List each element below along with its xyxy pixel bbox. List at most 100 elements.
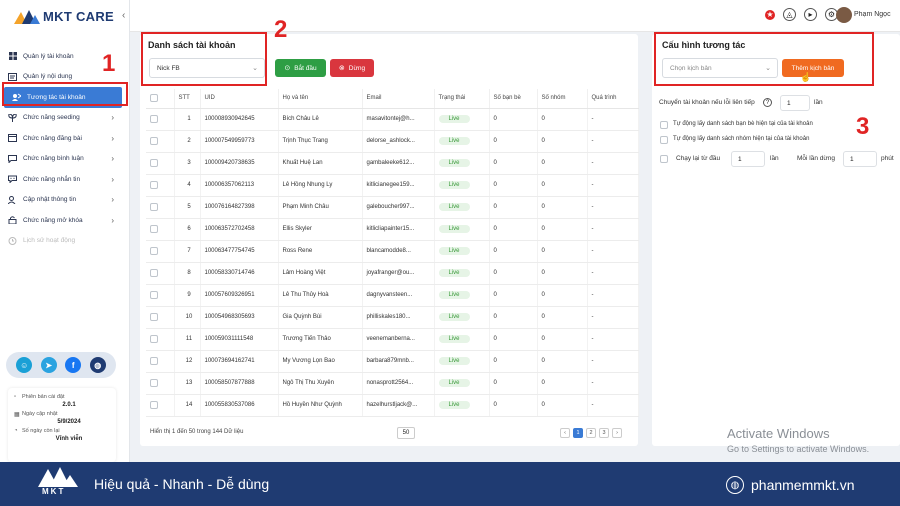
- table-row[interactable]: 3 100009420738635 Khuất Huệ Lan gambaleeke6…: [146, 152, 639, 175]
- globe-icon[interactable]: ◍: [89, 357, 106, 373]
- row-checkbox-cell[interactable]: [146, 350, 175, 373]
- row-checkbox[interactable]: [150, 335, 158, 343]
- row-checkbox[interactable]: [150, 137, 158, 145]
- row-groups: 0: [537, 262, 588, 285]
- update-icon: [8, 195, 17, 204]
- table-row[interactable]: 8 100058330714746 Lâm Hoàng Việt joyafrange…: [146, 262, 639, 285]
- brand-logo[interactable]: MKT CARE: [14, 9, 114, 24]
- status-badge: Live: [438, 203, 470, 211]
- days-left-label: Số ngày còn lại: [22, 428, 60, 434]
- table-row[interactable]: 6 100063572702458 Ellis Skyler kitlicliapai…: [146, 218, 639, 241]
- row-progress: -: [587, 240, 639, 263]
- row-checkbox[interactable]: [150, 115, 158, 123]
- update-date-row: ▦ Ngày cập nhật 5/9/2024: [14, 411, 116, 425]
- column-header-status[interactable]: Trạng thái: [434, 89, 490, 109]
- bell-icon[interactable]: ◬: [783, 8, 796, 21]
- sidebar-item-unlock[interactable]: Chức năng mở khóa ›: [0, 210, 130, 231]
- row-progress: -: [587, 328, 639, 351]
- row-checkbox-cell[interactable]: [146, 284, 175, 307]
- telegram-icon[interactable]: ➤: [40, 357, 57, 373]
- row-checkbox-cell[interactable]: [146, 130, 175, 153]
- row-checkbox[interactable]: [150, 269, 158, 277]
- table-row[interactable]: 2 100007549959773 Trịnh Thục Trang delorse_…: [146, 130, 639, 153]
- sidebar-item-posting[interactable]: Chức năng đăng bài ›: [0, 128, 130, 149]
- table-row[interactable]: 14 100055830537086 Hồ Huyền Như Quỳnh hazel…: [146, 394, 639, 417]
- row-checkbox[interactable]: [150, 379, 158, 387]
- table-row[interactable]: 9 100057609326951 Lê Thu Thủy Hoà dagnyvans…: [146, 284, 639, 307]
- row-checkbox[interactable]: [150, 313, 158, 321]
- help-icon[interactable]: ?: [763, 98, 772, 107]
- page-1-button[interactable]: 1: [573, 428, 583, 438]
- username[interactable]: Phạm Ngọc: [854, 11, 900, 18]
- prev-page-button[interactable]: ‹: [560, 428, 570, 438]
- select-all-column[interactable]: [146, 89, 175, 109]
- column-header-friends[interactable]: Số bạn bè: [489, 89, 538, 109]
- row-checkbox-cell[interactable]: [146, 372, 175, 395]
- pause-input[interactable]: 1: [843, 151, 877, 167]
- row-checkbox[interactable]: [150, 225, 158, 233]
- sidebar-item-messaging[interactable]: Chức năng nhắn tin ›: [0, 169, 130, 190]
- row-checkbox[interactable]: [150, 247, 158, 255]
- row-checkbox-cell[interactable]: [146, 328, 175, 351]
- status-badge: Live: [438, 159, 470, 167]
- table-row[interactable]: 7 100063477754745 Ross Rene blancamodde8...…: [146, 240, 639, 263]
- page-2-button[interactable]: 2: [586, 428, 596, 438]
- row-checkbox[interactable]: [150, 291, 158, 299]
- row-checkbox-cell[interactable]: [146, 152, 175, 175]
- chat-support-icon[interactable]: ☺: [16, 357, 33, 373]
- switch-account-input[interactable]: 1: [780, 95, 810, 111]
- table-row[interactable]: 1 100008930942645 Bích Châu Lê masavitontej…: [146, 108, 639, 131]
- start-button[interactable]: ⊙ Bắt đầu: [275, 59, 326, 77]
- row-checkbox[interactable]: [150, 181, 158, 189]
- select-all-checkbox[interactable]: [150, 94, 158, 103]
- row-checkbox-cell[interactable]: [146, 240, 175, 263]
- column-header-name[interactable]: Họ và tên: [278, 89, 363, 109]
- row-checkbox-cell[interactable]: [146, 262, 175, 285]
- table-row[interactable]: 4 100006357062113 Lê Hồng Nhung Ly kitlicia…: [146, 174, 639, 197]
- row-checkbox[interactable]: [150, 159, 158, 167]
- avatar[interactable]: [836, 7, 852, 23]
- status-badge: Live: [438, 291, 470, 299]
- flag-icon[interactable]: ★: [765, 9, 775, 20]
- table-row[interactable]: 11 100059031111548 Trương Tiến Thảo veenema…: [146, 328, 639, 351]
- table-row[interactable]: 5 100076164827398 Phạm Minh Châu galebouche…: [146, 196, 639, 219]
- repeat-input[interactable]: 1: [731, 151, 765, 167]
- groups-list-checkbox[interactable]: [660, 136, 668, 144]
- next-page-button[interactable]: ›: [612, 428, 622, 438]
- collapse-sidebar-icon[interactable]: ‹: [122, 10, 125, 21]
- column-header-groups[interactable]: Số nhóm: [537, 89, 588, 109]
- sidebar-item-update-info[interactable]: Cập nhật thông tin ›: [0, 190, 130, 211]
- column-header-uid[interactable]: UID: [200, 89, 279, 109]
- sidebar-item-history[interactable]: Lịch sử hoạt động: [0, 231, 130, 252]
- version-label: Phiên bản cài đặt: [22, 394, 65, 400]
- repeat-unit: lần: [770, 155, 779, 162]
- row-checkbox-cell[interactable]: [146, 306, 175, 329]
- facebook-icon[interactable]: f: [65, 357, 82, 373]
- friends-list-checkbox[interactable]: [660, 121, 668, 129]
- table-row[interactable]: 12 100073694162741 My Vương Lọn Bao barbara…: [146, 350, 639, 373]
- sidebar-item-comment[interactable]: Chức năng bình luận ›: [0, 149, 130, 170]
- table-row[interactable]: 13 100058507877888 Ngô Thị Thu Xuyên nonasp…: [146, 372, 639, 395]
- row-checkbox-cell[interactable]: [146, 218, 175, 241]
- banner-website[interactable]: phanmemmkt.vn: [751, 477, 854, 493]
- repeat-checkbox[interactable]: [660, 155, 668, 163]
- column-header-progress[interactable]: Quá trình: [587, 89, 639, 109]
- row-checkbox-cell[interactable]: [146, 174, 175, 197]
- row-checkbox-cell[interactable]: [146, 394, 175, 417]
- row-checkbox[interactable]: [150, 401, 158, 409]
- sidebar-item-seeding[interactable]: Chức năng seeding ›: [0, 108, 130, 129]
- column-header-email[interactable]: Email: [362, 89, 435, 109]
- stop-button[interactable]: ⊗ Dừng: [330, 59, 374, 77]
- play-icon[interactable]: ▸: [804, 8, 817, 21]
- row-checkbox-cell[interactable]: [146, 196, 175, 219]
- row-checkbox-cell[interactable]: [146, 108, 175, 131]
- row-checkbox[interactable]: [150, 203, 158, 211]
- table-row[interactable]: 10 100054968305693 Gia Quỳnh Bùi philliskal…: [146, 306, 639, 329]
- table-footer: Hiển thị 1 đến 50 trong 144 Dữ liệu 50 ‹…: [140, 424, 638, 444]
- row-uid: 100006357062113: [200, 174, 279, 197]
- page-size-select[interactable]: 50: [397, 427, 415, 439]
- column-header-stt[interactable]: STT: [174, 89, 201, 109]
- page-3-button[interactable]: 3: [599, 428, 609, 438]
- stop-circle-icon: ⊗: [338, 65, 345, 72]
- row-checkbox[interactable]: [150, 357, 158, 365]
